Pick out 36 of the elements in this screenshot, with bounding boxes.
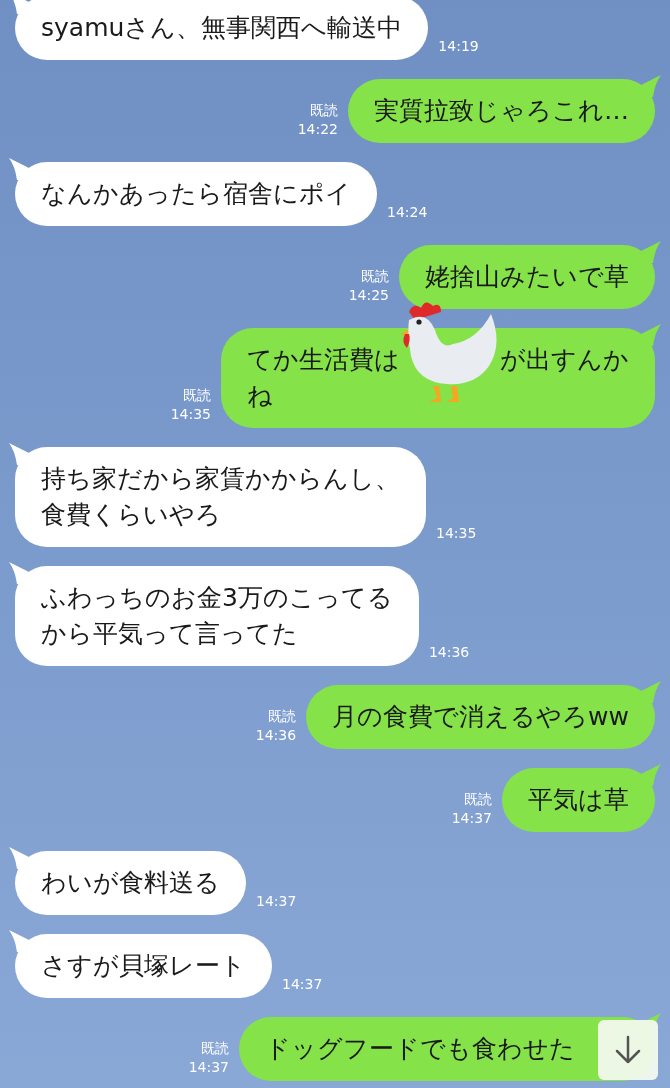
message-time: 14:37	[282, 975, 323, 994]
message-text: 月の食費で消えるやろww	[332, 701, 629, 733]
message-text: 食費くらいやろ	[41, 499, 222, 531]
scroll-down-button[interactable]	[598, 1020, 658, 1080]
message-text: ね	[247, 380, 274, 412]
message-time: 14:24	[387, 203, 428, 222]
down-arrow-icon	[614, 1035, 642, 1065]
message-text: 実質拉致じゃろこれ…	[374, 95, 629, 127]
message-text: ドッグフードでも食わせた	[265, 1033, 575, 1065]
read-label: 既読	[200, 1039, 229, 1058]
message-text: から平気って言ってた	[41, 618, 299, 650]
message-time: 14:25	[348, 286, 389, 305]
message-text: わいが食料送る	[41, 867, 220, 899]
message-time: 14:22	[297, 120, 338, 139]
message-time: 14:35	[436, 524, 477, 543]
message-time: 14:37	[256, 892, 297, 911]
message-text: 平気は草	[528, 784, 629, 816]
message-time: 14:37	[451, 809, 492, 828]
message-text: が出すんか	[500, 344, 629, 376]
read-label: 既読	[182, 386, 211, 405]
message-time: 14:35	[170, 405, 211, 424]
message-time: 14:19	[438, 37, 479, 56]
message-text: なんかあったら宿舎にポイ	[41, 178, 351, 210]
read-label: 既読	[463, 790, 492, 809]
read-label: 既読	[309, 101, 338, 120]
message-text: 持ち家だから家賃かからんし、	[41, 463, 400, 495]
message-text: てか生活費は	[247, 344, 400, 376]
message-text: さすが貝塚レート	[41, 950, 246, 982]
message-text: ふわっちのお金3万のこってる	[41, 582, 393, 614]
message-text: 姥捨山みたいで草	[425, 261, 629, 293]
message-text: syamuさん、無事関西へ輸送中	[41, 12, 403, 44]
read-label: 既読	[267, 707, 297, 726]
read-label: 既読	[360, 267, 389, 286]
message-time: 14:37	[188, 1058, 229, 1077]
message-time: 14:36	[428, 643, 470, 662]
message-time: 14:36	[255, 726, 297, 745]
